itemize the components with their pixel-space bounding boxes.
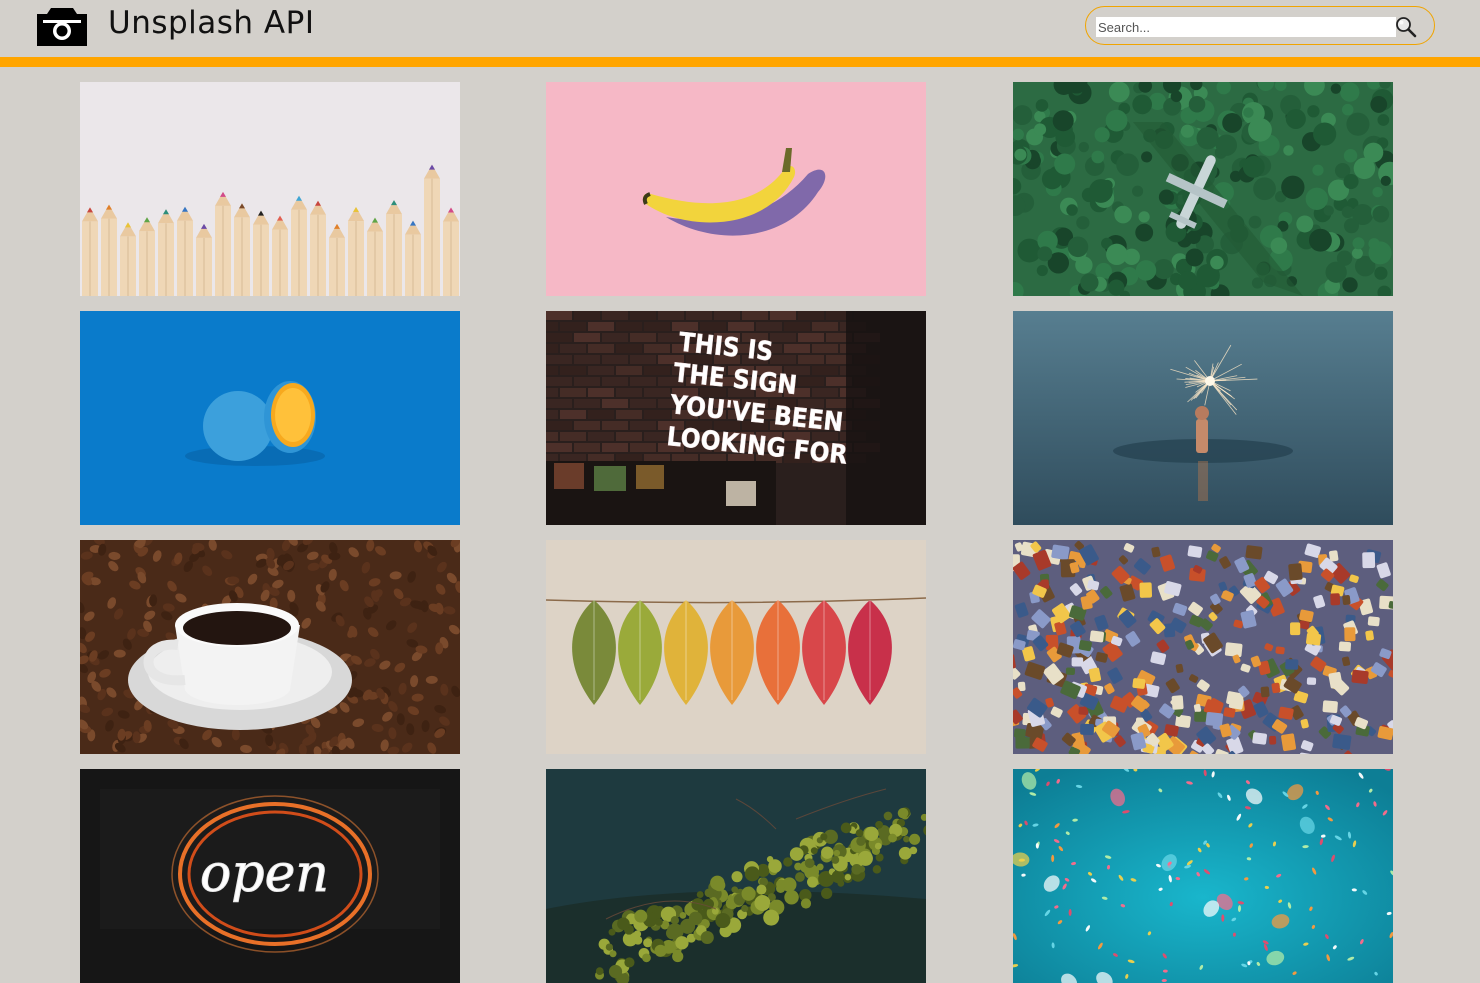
photo-coffee-cup-on-beans[interactable]	[80, 540, 460, 754]
open-neon-text: open	[200, 844, 329, 904]
photo-jigsaw-puzzle-pieces[interactable]	[1013, 540, 1393, 754]
photo-neon-sign-brick-wall[interactable]: THIS IS THE SIGN YOU'VE BEEN LOOKING FOR	[546, 311, 926, 525]
photo-confetti-on-teal[interactable]	[1013, 769, 1393, 983]
photo-open-neon-sign[interactable]: open	[80, 769, 460, 983]
photo-banana-on-pink[interactable]	[546, 82, 926, 296]
photo-moss-over-water[interactable]	[546, 769, 926, 983]
photo-plane-in-forest[interactable]	[1013, 82, 1393, 296]
photo-autumn-leaves-on-string[interactable]	[546, 540, 926, 754]
photo-grid: THIS IS THE SIGN YOU'VE BEEN LOOKING FOR	[0, 0, 1480, 957]
photo-sparkler-in-sea[interactable]	[1013, 311, 1393, 525]
photo-blue-painted-orange[interactable]	[80, 311, 460, 525]
photo-colored-pencils[interactable]	[80, 82, 460, 296]
